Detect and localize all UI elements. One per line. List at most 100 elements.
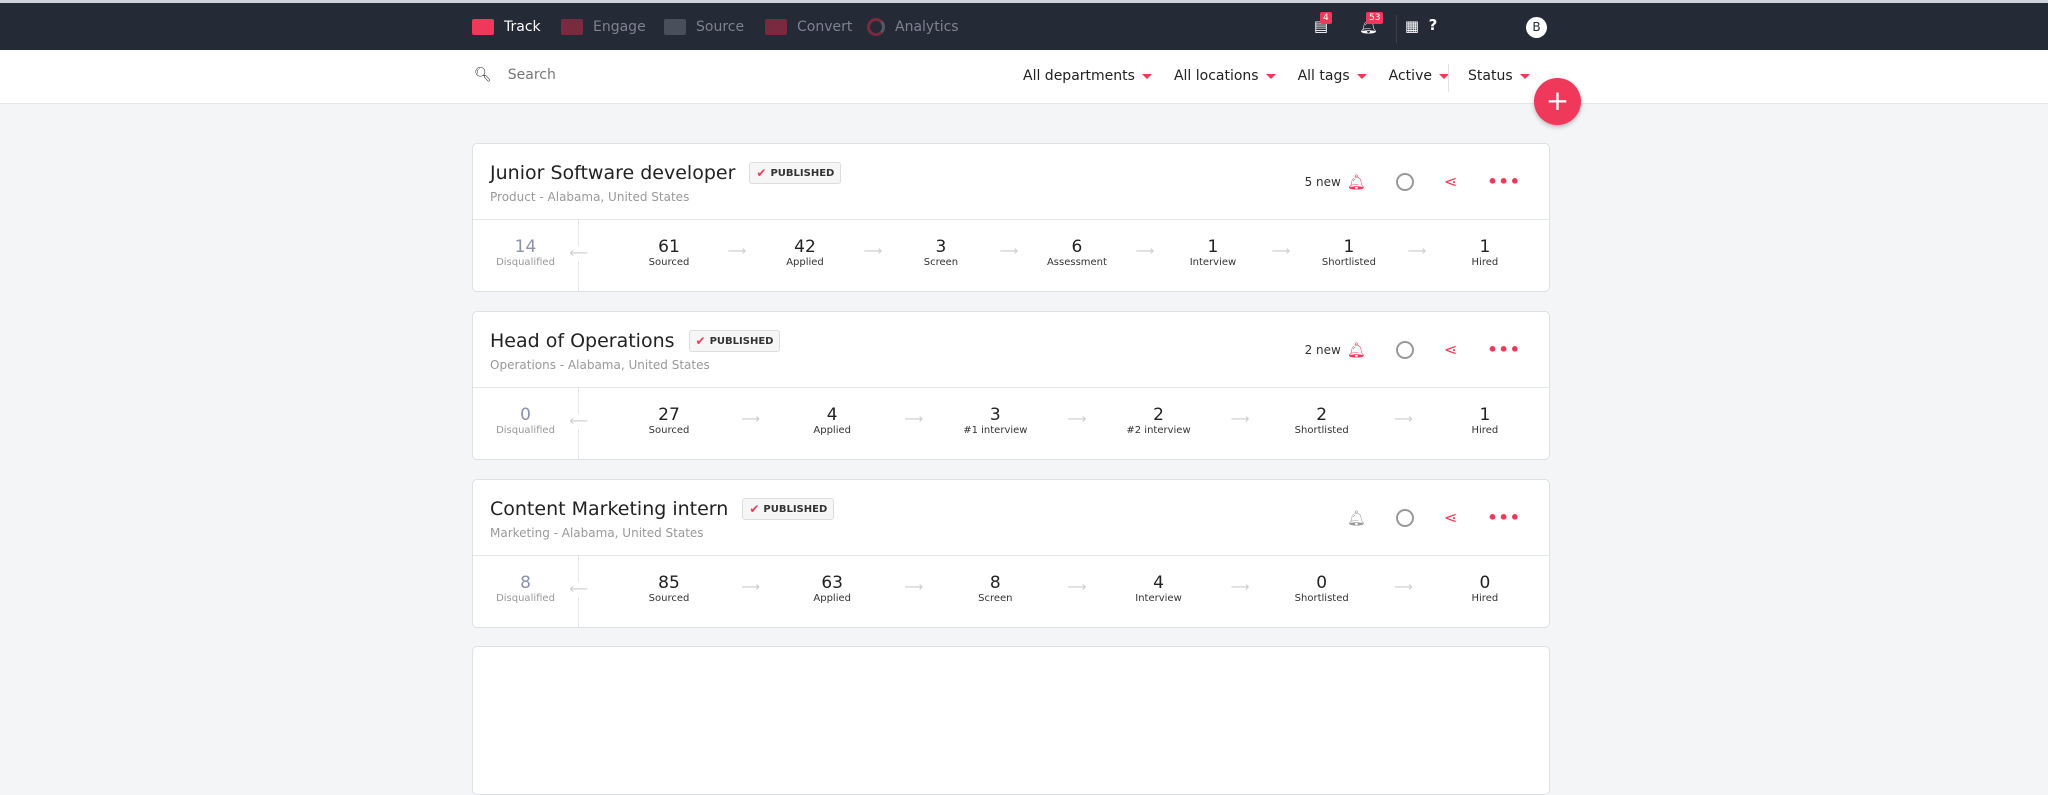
more-icon[interactable]: ••• — [1487, 340, 1521, 359]
stage-count: 2 — [1316, 405, 1328, 425]
stage-5[interactable]: 1 Shortlisted — [1299, 220, 1399, 291]
stage-6[interactable]: 1 Hired — [1435, 220, 1535, 291]
caret-down-icon — [1141, 73, 1152, 79]
stage-0[interactable]: 85 Sourced — [619, 556, 719, 627]
notifications-badge: 53 — [1366, 12, 1384, 24]
disqualified[interactable]: 8 Disqualified ⟵ — [473, 556, 588, 627]
stage-label: Sourced — [648, 257, 690, 268]
nav-engage[interactable]: Engage — [561, 3, 646, 50]
stage-4[interactable]: 1 Interview — [1163, 220, 1263, 291]
stage-count: 1 — [1479, 405, 1491, 425]
filter-tags[interactable]: All tags — [1298, 68, 1367, 84]
stage-label: Applied — [813, 425, 851, 436]
more-icon[interactable]: ••• — [1487, 172, 1521, 191]
pipeline: 8 Disqualified ⟵ 85 Sourced ⟶ 63 Applied ⟶ 8 Scre… — [473, 556, 1549, 627]
more-icon[interactable]: ••• — [1487, 508, 1521, 527]
calendar-icon[interactable]: ▦ — [1404, 17, 1420, 35]
add-job-button[interactable]: + — [1534, 78, 1581, 125]
status-badge: ✔ PUBLISHED — [749, 162, 842, 184]
stage-count: 4 — [826, 405, 838, 425]
check-icon: ✔ — [756, 166, 767, 180]
new-candidates[interactable]: 5 new 🔔︎ — [1305, 173, 1366, 191]
share-icon[interactable]: ⋖ — [1444, 340, 1457, 359]
avatar[interactable]: B — [1526, 17, 1547, 38]
stage-label: Disqualified — [496, 593, 555, 604]
arrow-right-icon: ⟶ — [904, 412, 924, 427]
divider — [1448, 64, 1449, 92]
filter-label: All departments — [1023, 68, 1135, 84]
filter-bar: 🔍︎ Search All departments All locations A… — [0, 50, 2048, 104]
stage-count: 3 — [989, 405, 1001, 425]
stage-label: #2 interview — [1126, 425, 1191, 436]
status-filter[interactable]: Status — [1468, 68, 1552, 84]
status-badge: ✔ PUBLISHED — [742, 498, 835, 520]
stage-5[interactable]: 0 Hired — [1435, 556, 1535, 627]
stage-2[interactable]: 3 Screen — [891, 220, 991, 291]
arrow-left-icon: ⟵ — [569, 414, 588, 429]
badge-label: PUBLISHED — [709, 335, 774, 347]
arrow-right-icon: ⟶ — [1230, 412, 1250, 427]
stage-5[interactable]: 1 Hired — [1435, 388, 1535, 459]
disqualified[interactable]: 14 Disqualified ⟵ — [473, 220, 588, 291]
stage-1[interactable]: 63 Applied — [782, 556, 882, 627]
stage-label: Hired — [1471, 425, 1499, 436]
nav-convert[interactable]: Convert — [765, 3, 852, 50]
badge-label: PUBLISHED — [770, 167, 835, 179]
help-icon[interactable]: ? — [1425, 16, 1441, 34]
filter-active[interactable]: Active — [1389, 68, 1449, 84]
stage-4[interactable]: 0 Shortlisted — [1272, 556, 1372, 627]
stage-count: 8 — [520, 573, 531, 593]
job-card[interactable]: Head of Operations ✔ PUBLISHED Operations … — [472, 311, 1550, 460]
filters: All departments All locations All tags A… — [1023, 68, 1471, 84]
stage-0[interactable]: 61 Sourced — [619, 220, 719, 291]
job-subtitle: Operations - Alabama, United States — [490, 358, 710, 372]
disqualified[interactable]: 0 Disqualified ⟵ — [473, 388, 588, 459]
stage-label: Shortlisted — [1294, 593, 1349, 604]
nav-label: Analytics — [895, 18, 959, 35]
card-header: Content Marketing intern ✔ PUBLISHED Marke… — [473, 480, 1549, 556]
stage-2[interactable]: 8 Screen — [945, 556, 1045, 627]
stage-count: 4 — [1153, 573, 1164, 593]
arrow-right-icon: ⟶ — [1230, 580, 1250, 595]
nav-source[interactable]: Source — [664, 3, 744, 50]
filter-departments[interactable]: All departments — [1023, 68, 1152, 84]
search-input[interactable]: Search — [508, 67, 556, 83]
card-header: Head of Operations ✔ PUBLISHED Operations … — [473, 312, 1549, 388]
stage-1[interactable]: 42 Applied — [755, 220, 855, 291]
job-card[interactable]: Junior Software developer ✔ PUBLISHED Prod… — [472, 143, 1550, 292]
job-card[interactable] — [472, 646, 1550, 795]
nav-track[interactable]: Track — [472, 3, 541, 50]
job-card[interactable]: Content Marketing intern ✔ PUBLISHED Marke… — [472, 479, 1550, 628]
stage-4[interactable]: 2 Shortlisted — [1272, 388, 1372, 459]
stage-count: 0 — [1479, 573, 1491, 593]
bell-icon[interactable]: 🔔︎ — [1347, 509, 1366, 527]
job-title[interactable]: Head of Operations — [490, 330, 675, 352]
job-title[interactable]: Content Marketing intern — [490, 498, 728, 520]
clock-icon[interactable] — [1395, 340, 1414, 359]
share-icon[interactable]: ⋖ — [1444, 172, 1457, 191]
bell-icon: 🔔︎ — [1346, 172, 1366, 191]
arrow-right-icon: ⟶ — [863, 244, 883, 259]
arrow-right-icon: ⟶ — [999, 244, 1019, 259]
job-title[interactable]: Junior Software developer — [490, 162, 735, 184]
stage-label: Applied — [786, 257, 824, 268]
stage-count: 3 — [935, 237, 947, 257]
clock-icon[interactable] — [1395, 508, 1414, 527]
search-box[interactable]: 🔍︎ Search — [474, 67, 556, 83]
stage-label: Disqualified — [496, 257, 555, 268]
clock-icon[interactable] — [1395, 172, 1414, 191]
stage-1[interactable]: 4 Applied — [782, 388, 882, 459]
stage-2[interactable]: 3 #1 interview — [945, 388, 1045, 459]
new-count: 5 new — [1304, 174, 1341, 189]
stage-0[interactable]: 27 Sourced — [619, 388, 719, 459]
nav-label: Engage — [593, 18, 646, 35]
filter-locations[interactable]: All locations — [1174, 68, 1276, 84]
stage-3[interactable]: 2 #2 interview — [1109, 388, 1209, 459]
new-candidates[interactable]: 2 new 🔔︎ — [1305, 341, 1366, 359]
share-icon[interactable]: ⋖ — [1444, 508, 1457, 527]
stage-3[interactable]: 4 Interview — [1109, 556, 1209, 627]
arrow-right-icon: ⟶ — [1393, 580, 1413, 595]
arrow-right-icon: ⟶ — [1407, 244, 1427, 259]
nav-analytics[interactable]: Analytics — [867, 3, 959, 50]
stage-3[interactable]: 6 Assessment — [1027, 220, 1127, 291]
